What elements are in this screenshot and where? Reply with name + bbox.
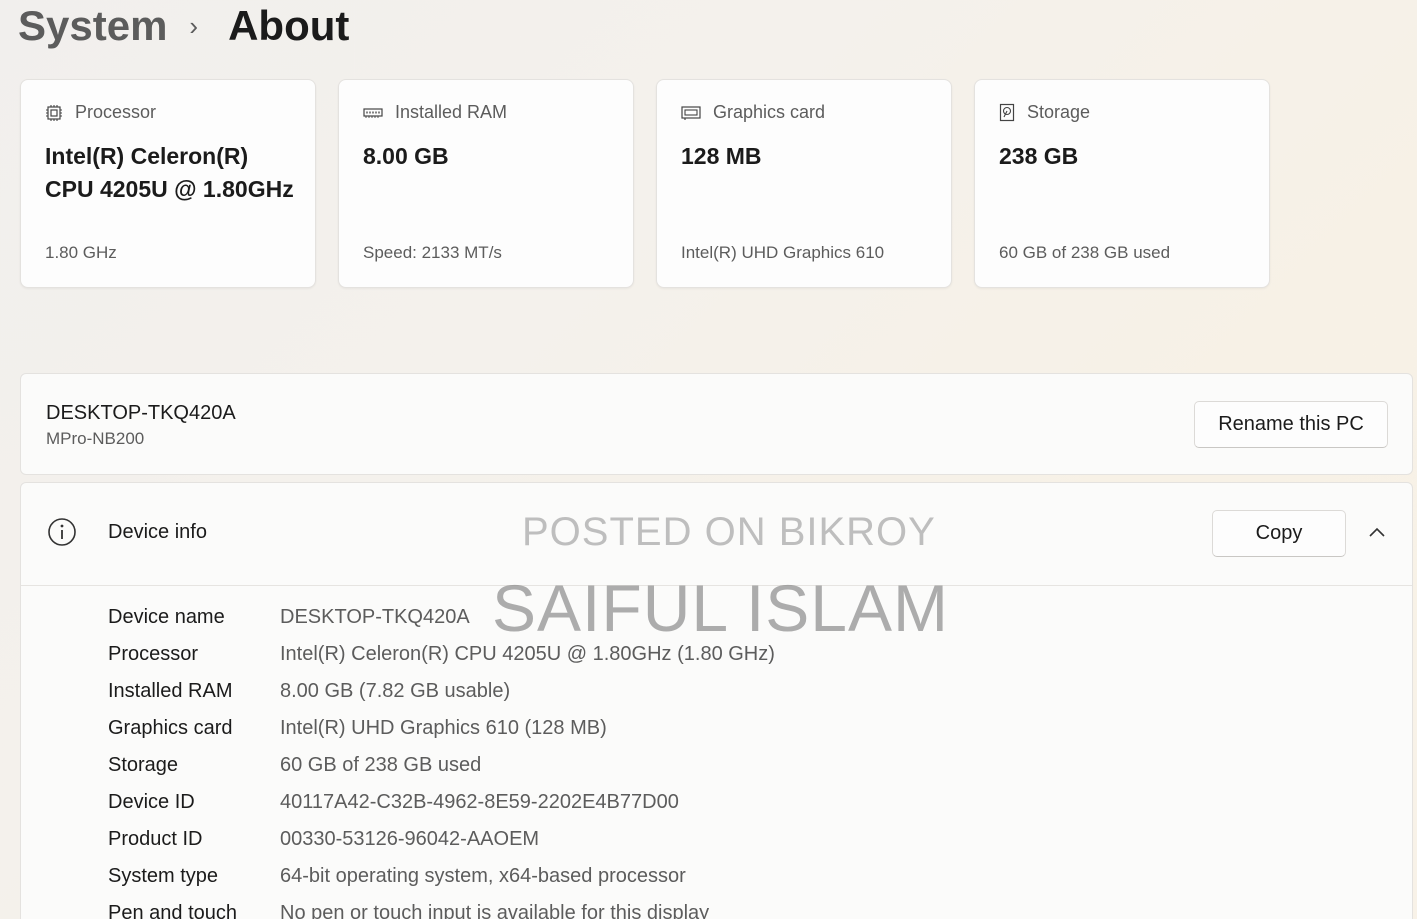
graphics-card-header: Graphics card xyxy=(681,102,825,123)
ram-card-header: Installed RAM xyxy=(363,102,507,123)
storage-card-header: Storage xyxy=(999,102,1090,123)
graphics-card-icon xyxy=(681,105,701,120)
spec-value: DESKTOP-TKQ420A xyxy=(280,606,470,628)
storage-card-value: 238 GB xyxy=(999,143,1079,169)
spec-row-graphics-card: Graphics card Intel(R) UHD Graphics 610 … xyxy=(108,710,1308,747)
spec-label: Installed RAM xyxy=(108,680,233,702)
processor-card-label: Processor xyxy=(75,102,157,122)
spec-row-system-type: System type 64-bit operating system, x64… xyxy=(108,858,1308,895)
storage-card-label: Storage xyxy=(1027,102,1091,122)
breadcrumb-system-link[interactable]: System xyxy=(18,2,167,50)
chevron-up-icon[interactable] xyxy=(1367,525,1387,539)
spec-value: 64-bit operating system, x64-based proce… xyxy=(280,865,686,887)
spec-row-processor: Processor Intel(R) Celeron(R) CPU 4205U … xyxy=(108,636,1308,673)
spec-row-device-id: Device ID 40117A42-C32B-4962-8E59-2202E4… xyxy=(108,784,1308,821)
spec-label: Processor xyxy=(108,643,199,665)
spec-label: Device ID xyxy=(108,791,195,813)
spec-label: Product ID xyxy=(108,828,203,850)
graphics-card-sub: Intel(R) UHD Graphics 610 xyxy=(681,243,885,262)
spec-row-installed-ram: Installed RAM 8.00 GB (7.82 GB usable) xyxy=(108,673,1308,710)
breadcrumb: System › About xyxy=(18,0,349,56)
copy-button[interactable]: Copy xyxy=(1212,510,1346,557)
spec-label: Device name xyxy=(108,606,225,628)
storage-card: Storage 238 GB 60 GB of 238 GB used xyxy=(974,79,1270,288)
ram-card-label: Installed RAM xyxy=(395,102,508,122)
spec-row-product-id: Product ID 00330-53126-96042-AAOEM xyxy=(108,821,1308,858)
spec-label: Storage xyxy=(108,754,179,776)
processor-card: Processor Intel(R) Celeron(R) CPU 4205U … xyxy=(20,79,316,288)
storage-card-sub: 60 GB of 238 GB used xyxy=(999,243,1171,262)
device-info-panel: Device info Copy Device name DESKTOP-TKQ… xyxy=(20,482,1413,919)
graphics-card-label: Graphics card xyxy=(713,102,826,122)
graphics-card-value: 128 MB xyxy=(681,143,762,169)
spec-value: 60 GB of 238 GB used xyxy=(280,754,482,776)
spec-row-storage: Storage 60 GB of 238 GB used xyxy=(108,747,1308,784)
spec-label: Graphics card xyxy=(108,717,233,739)
storage-icon xyxy=(999,103,1015,122)
spec-label: Pen and touch xyxy=(108,902,237,919)
ram-card-value: 8.00 GB xyxy=(363,143,449,169)
graphics-card-card: Graphics card 128 MB Intel(R) UHD Graphi… xyxy=(656,79,952,288)
spec-value: 8.00 GB (7.82 GB usable) xyxy=(280,680,511,702)
processor-card-header: Processor xyxy=(45,102,156,123)
pc-name: DESKTOP-TKQ420A xyxy=(46,402,236,424)
spec-label: System type xyxy=(108,865,219,887)
device-info-header[interactable]: Device info Copy xyxy=(21,483,1412,586)
pc-model: MPro-NB200 xyxy=(46,429,145,448)
spec-row-device-name: Device name DESKTOP-TKQ420A xyxy=(108,599,1308,636)
pc-name-panel: DESKTOP-TKQ420A MPro-NB200 Rename this P… xyxy=(20,373,1413,475)
spec-value: No pen or touch input is available for t… xyxy=(280,902,710,919)
processor-card-value: Intel(R) Celeron(R) CPU 4205U @ 1.80GHz xyxy=(45,143,294,202)
spec-value: Intel(R) Celeron(R) CPU 4205U @ 1.80GHz … xyxy=(280,643,775,665)
info-icon xyxy=(48,518,76,546)
processor-icon xyxy=(46,104,62,121)
ram-card-sub: Speed: 2133 MT/s xyxy=(363,243,502,262)
ram-icon xyxy=(363,107,383,118)
page-title: About xyxy=(228,2,350,49)
spec-row-pen-and-touch: Pen and touch No pen or touch input is a… xyxy=(108,895,1308,919)
device-spec-list: Device name DESKTOP-TKQ420A Processor In… xyxy=(108,599,1308,919)
device-info-title: Device info xyxy=(108,521,207,543)
spec-value: Intel(R) UHD Graphics 610 (128 MB) xyxy=(280,717,607,739)
chevron-right-icon: › xyxy=(189,10,199,41)
processor-card-sub: 1.80 GHz xyxy=(45,243,117,262)
spec-value: 00330-53126-96042-AAOEM xyxy=(280,828,540,850)
rename-pc-button[interactable]: Rename this PC xyxy=(1194,401,1388,448)
ram-card: Installed RAM 8.00 GB Speed: 2133 MT/s xyxy=(338,79,634,288)
spec-value: 40117A42-C32B-4962-8E59-2202E4B77D00 xyxy=(280,791,679,813)
